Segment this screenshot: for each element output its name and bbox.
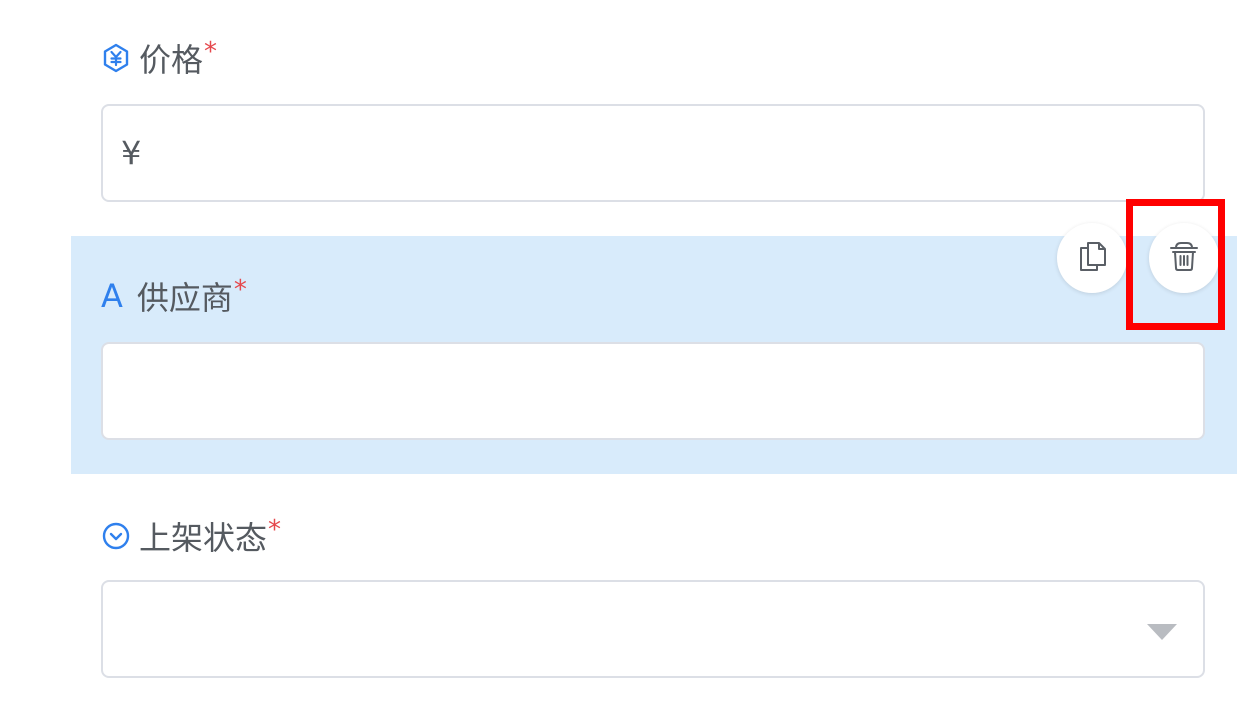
required-mark: * bbox=[204, 37, 218, 67]
chevron-down-circle-icon bbox=[101, 521, 131, 551]
currency-prefix: ¥ bbox=[121, 134, 142, 172]
supplier-input[interactable] bbox=[101, 342, 1205, 440]
trash-icon bbox=[1167, 239, 1201, 277]
form-canvas: 价格 * ¥ A 供应商 * 上架状态 * bbox=[0, 0, 1255, 722]
status-label-row: 上架状态 * bbox=[101, 515, 282, 557]
copy-icon bbox=[1075, 239, 1109, 277]
price-input[interactable]: ¥ bbox=[101, 104, 1205, 202]
delete-field-button[interactable] bbox=[1149, 223, 1219, 293]
price-label: 价格 bbox=[139, 41, 204, 79]
price-label-row: 价格 * bbox=[101, 37, 218, 79]
supplier-label-row: A 供应商 * bbox=[101, 275, 247, 317]
caret-down-icon bbox=[1147, 624, 1177, 640]
required-mark: * bbox=[268, 515, 282, 545]
copy-field-button[interactable] bbox=[1057, 223, 1127, 293]
status-select[interactable] bbox=[101, 580, 1205, 678]
yen-circle-icon bbox=[101, 43, 131, 73]
supplier-label: 供应商 bbox=[136, 279, 233, 317]
status-label: 上架状态 bbox=[139, 519, 268, 557]
required-mark: * bbox=[233, 275, 247, 305]
text-letter-a-icon: A bbox=[101, 277, 123, 315]
